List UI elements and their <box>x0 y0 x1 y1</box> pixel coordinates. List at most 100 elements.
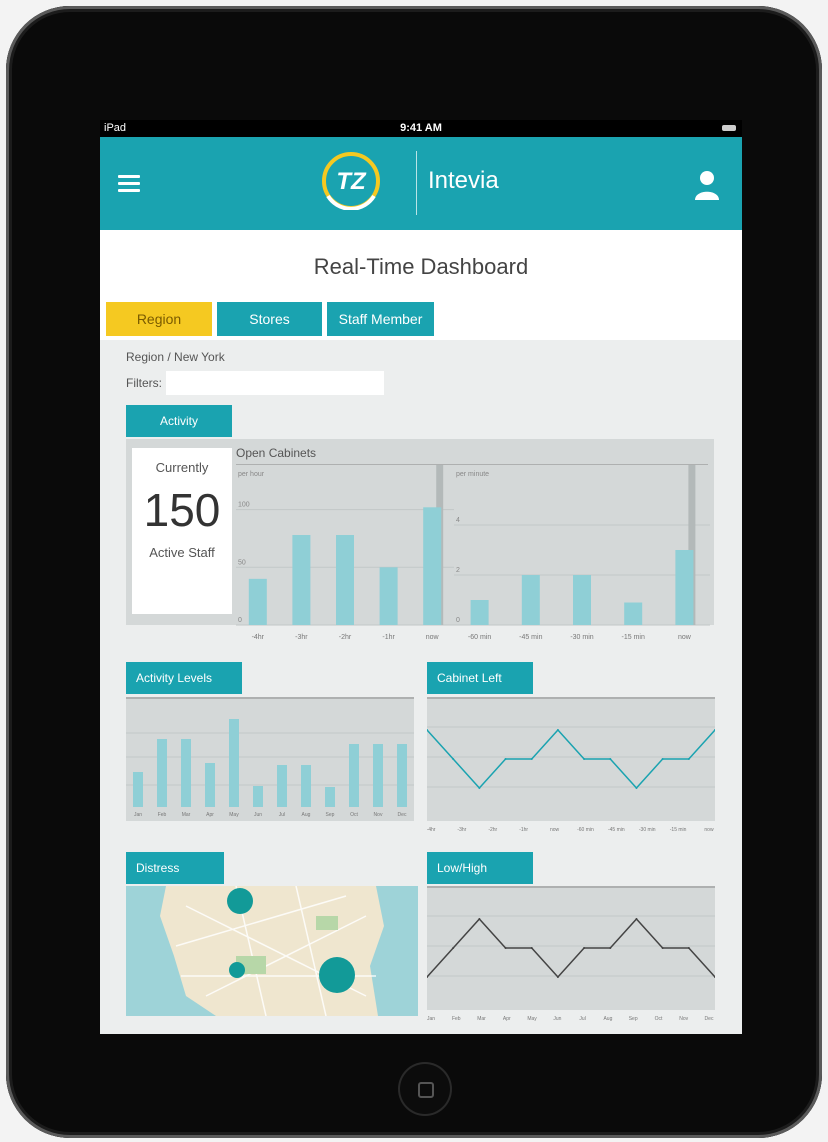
home-button[interactable] <box>400 1064 450 1114</box>
data-point <box>556 976 559 978</box>
bar <box>292 535 311 625</box>
hamburger-menu-icon[interactable] <box>118 175 140 193</box>
tab-stores[interactable]: Stores <box>217 302 322 336</box>
x-tick-label: -4hr <box>252 634 265 641</box>
bar <box>423 507 442 625</box>
bar <box>157 739 167 807</box>
bar <box>229 719 239 807</box>
x-tick-label: -60 min <box>577 827 594 833</box>
filters-label: Filters: <box>126 376 162 390</box>
bar <box>349 744 359 807</box>
y-tick-label: 2 <box>456 567 460 574</box>
data-point <box>452 947 455 949</box>
stat-bottom-label: Active Staff <box>149 545 215 560</box>
data-point <box>530 947 533 949</box>
x-tick-label: now <box>704 827 714 833</box>
page-title: Real-Time Dashboard <box>313 254 529 279</box>
low-high-activity-label[interactable]: Low/High Activity <box>427 852 533 907</box>
data-point <box>478 787 481 789</box>
user-icon[interactable] <box>694 169 720 201</box>
data-point <box>530 758 533 760</box>
data-point <box>583 758 586 760</box>
x-tick-label: May <box>229 812 239 818</box>
alarm-marker[interactable] <box>227 888 253 914</box>
data-point <box>687 758 690 760</box>
x-tick-label: Dec <box>705 1016 714 1022</box>
data-point <box>452 758 455 760</box>
app-title: Intevia <box>428 167 499 194</box>
y-tick-label: 4 <box>456 517 460 524</box>
data-point <box>504 758 507 760</box>
x-tick-label: now <box>426 634 440 641</box>
tab-region[interactable]: Region <box>106 302 212 336</box>
data-point <box>661 947 664 949</box>
x-tick-label: Jan <box>427 1016 435 1022</box>
bar <box>397 744 407 807</box>
battery-icon <box>722 125 736 131</box>
panel-subtitle: per hour <box>238 471 265 478</box>
x-tick-label: Nov <box>374 812 383 818</box>
x-tick-label: Jun <box>254 812 262 818</box>
bar <box>277 765 287 807</box>
logo-text: TZ <box>336 168 367 195</box>
status-bar: iPad 9:41 AM <box>100 120 742 137</box>
activity-levels-label[interactable]: Activity Levels <box>126 662 242 694</box>
chart-title: Open Cabinets <box>236 446 316 460</box>
bar <box>301 765 311 807</box>
dashboard-content: Region / New York Filters: Activity Curr… <box>100 340 742 1034</box>
bar <box>253 786 263 807</box>
x-tick-label: Nov <box>679 1016 688 1022</box>
bar <box>205 763 215 807</box>
x-tick-label: Apr <box>503 1016 511 1022</box>
data-point <box>609 758 612 760</box>
data-point <box>556 729 559 731</box>
y-tick-label: 0 <box>456 617 460 624</box>
stat-value: 150 <box>143 484 221 536</box>
x-tick-label: -15 min <box>670 827 687 833</box>
low-high-activity-chart: Jan Feb Mar Apr May Jun Jul Aug Sep Oct Nov Dec <box>427 886 715 1022</box>
bar <box>373 744 383 807</box>
x-tick-label: -30 min <box>639 827 656 833</box>
x-tick-label: now <box>550 827 560 833</box>
activity-levels-chart: Jan Feb Mar Apr May Jun Jul Aug Sep Oct Nov Dec <box>126 697 414 821</box>
home-square-icon <box>418 1082 434 1098</box>
bar <box>336 535 354 625</box>
bar <box>325 787 335 807</box>
data-point <box>583 947 586 949</box>
bar <box>470 600 489 625</box>
x-tick-label: -2hr <box>488 827 497 833</box>
x-tick-label: Feb <box>452 1016 461 1022</box>
x-tick-label: Feb <box>158 812 167 818</box>
clock: 9:41 AM <box>400 122 442 134</box>
x-tick-label: -3hr <box>295 634 308 641</box>
alarm-marker[interactable] <box>319 957 355 993</box>
bar <box>675 550 694 625</box>
y-tick-label: 0 <box>238 617 242 624</box>
stat-top-label: Currently <box>155 460 209 475</box>
x-tick-label: Dec <box>398 812 407 818</box>
tz-logo: TZ <box>322 152 380 210</box>
x-tick-label: Sep <box>326 812 335 818</box>
active-staff-card: Currently 150 Active Staff <box>132 448 232 614</box>
activity-label[interactable]: Activity <box>126 405 232 437</box>
distress-alarms-label[interactable]: Distress Alarms <box>126 852 224 907</box>
x-tick-label: May <box>527 1016 537 1022</box>
x-tick-label: -1hr <box>382 634 395 641</box>
app-header: TZ Intevia <box>100 137 742 230</box>
tab-staff-member[interactable]: Staff Member <box>327 302 434 336</box>
bar <box>248 578 267 625</box>
filters-input[interactable] <box>166 371 384 395</box>
bar <box>521 575 540 625</box>
x-tick-label: Jan <box>134 812 142 818</box>
x-tick-label: -15 min <box>622 634 645 641</box>
cabinet-left-open-label[interactable]: Cabinet Left Open <box>427 662 533 717</box>
chart-bg <box>126 697 414 821</box>
bar <box>624 602 643 625</box>
data-point <box>504 947 507 949</box>
x-tick-label: Oct <box>655 1016 663 1022</box>
data-point <box>478 918 481 920</box>
screen: iPad 9:41 AM TZ Intevia Real-Time Dashbo… <box>100 120 742 1034</box>
distress-alarms-map[interactable] <box>126 886 418 1016</box>
x-tick-label: Jul <box>279 812 285 818</box>
alarm-marker[interactable] <box>229 962 245 978</box>
